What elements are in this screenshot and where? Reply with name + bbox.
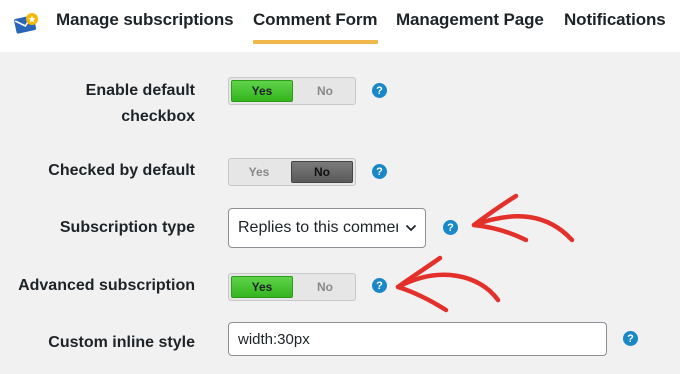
toggle-no-option[interactable]: No: [291, 161, 353, 183]
enable-default-checkbox-toggle[interactable]: Yes No: [228, 77, 356, 105]
active-tab-indicator: [253, 40, 378, 44]
toggle-no-option[interactable]: No: [295, 274, 355, 300]
enable-default-checkbox-label: Enable default checkbox: [86, 78, 195, 130]
label-line-1: Enable default: [85, 82, 195, 99]
advanced-subscription-label: Advanced subscription: [18, 277, 195, 294]
tab-management-page[interactable]: Management Page: [396, 10, 544, 30]
tab-notifications[interactable]: Notifications: [564, 10, 666, 30]
custom-inline-style-label: Custom inline style: [48, 334, 195, 351]
chevron-down-icon: [405, 224, 417, 232]
toggle-yes-option[interactable]: Yes: [231, 80, 293, 102]
help-icon[interactable]: ?: [372, 278, 387, 293]
checked-by-default-label: Checked by default: [48, 162, 195, 179]
toggle-yes-option[interactable]: Yes: [229, 159, 289, 185]
selected-value: Replies to this comment: [238, 219, 398, 236]
subscribe-logo-icon: [14, 13, 38, 34]
advanced-subscription-toggle[interactable]: Yes No: [228, 273, 356, 301]
red-arrow-annotation: [395, 193, 575, 313]
toggle-yes-option[interactable]: Yes: [231, 276, 293, 298]
checked-by-default-toggle[interactable]: Yes No: [228, 158, 356, 186]
help-icon[interactable]: ?: [372, 164, 387, 179]
arrow-to-advanced-subscription-help: [395, 272, 501, 303]
tab-manage-subscriptions[interactable]: Manage subscriptions: [56, 10, 234, 30]
help-icon[interactable]: ?: [443, 220, 458, 235]
subscription-type-select[interactable]: Replies to this comment: [228, 208, 426, 248]
subscription-type-label: Subscription type: [59, 219, 195, 236]
label-line-2: checkbox: [121, 108, 195, 125]
help-icon[interactable]: ?: [623, 331, 638, 346]
tab-bar: Manage subscriptions Comment Form Manage…: [0, 0, 680, 52]
help-icon[interactable]: ?: [372, 83, 387, 98]
arrow-to-subscription-type-help: [471, 214, 575, 243]
custom-inline-style-input[interactable]: [228, 322, 607, 356]
tab-comment-form[interactable]: Comment Form: [253, 10, 378, 30]
toggle-no-option[interactable]: No: [295, 78, 355, 104]
